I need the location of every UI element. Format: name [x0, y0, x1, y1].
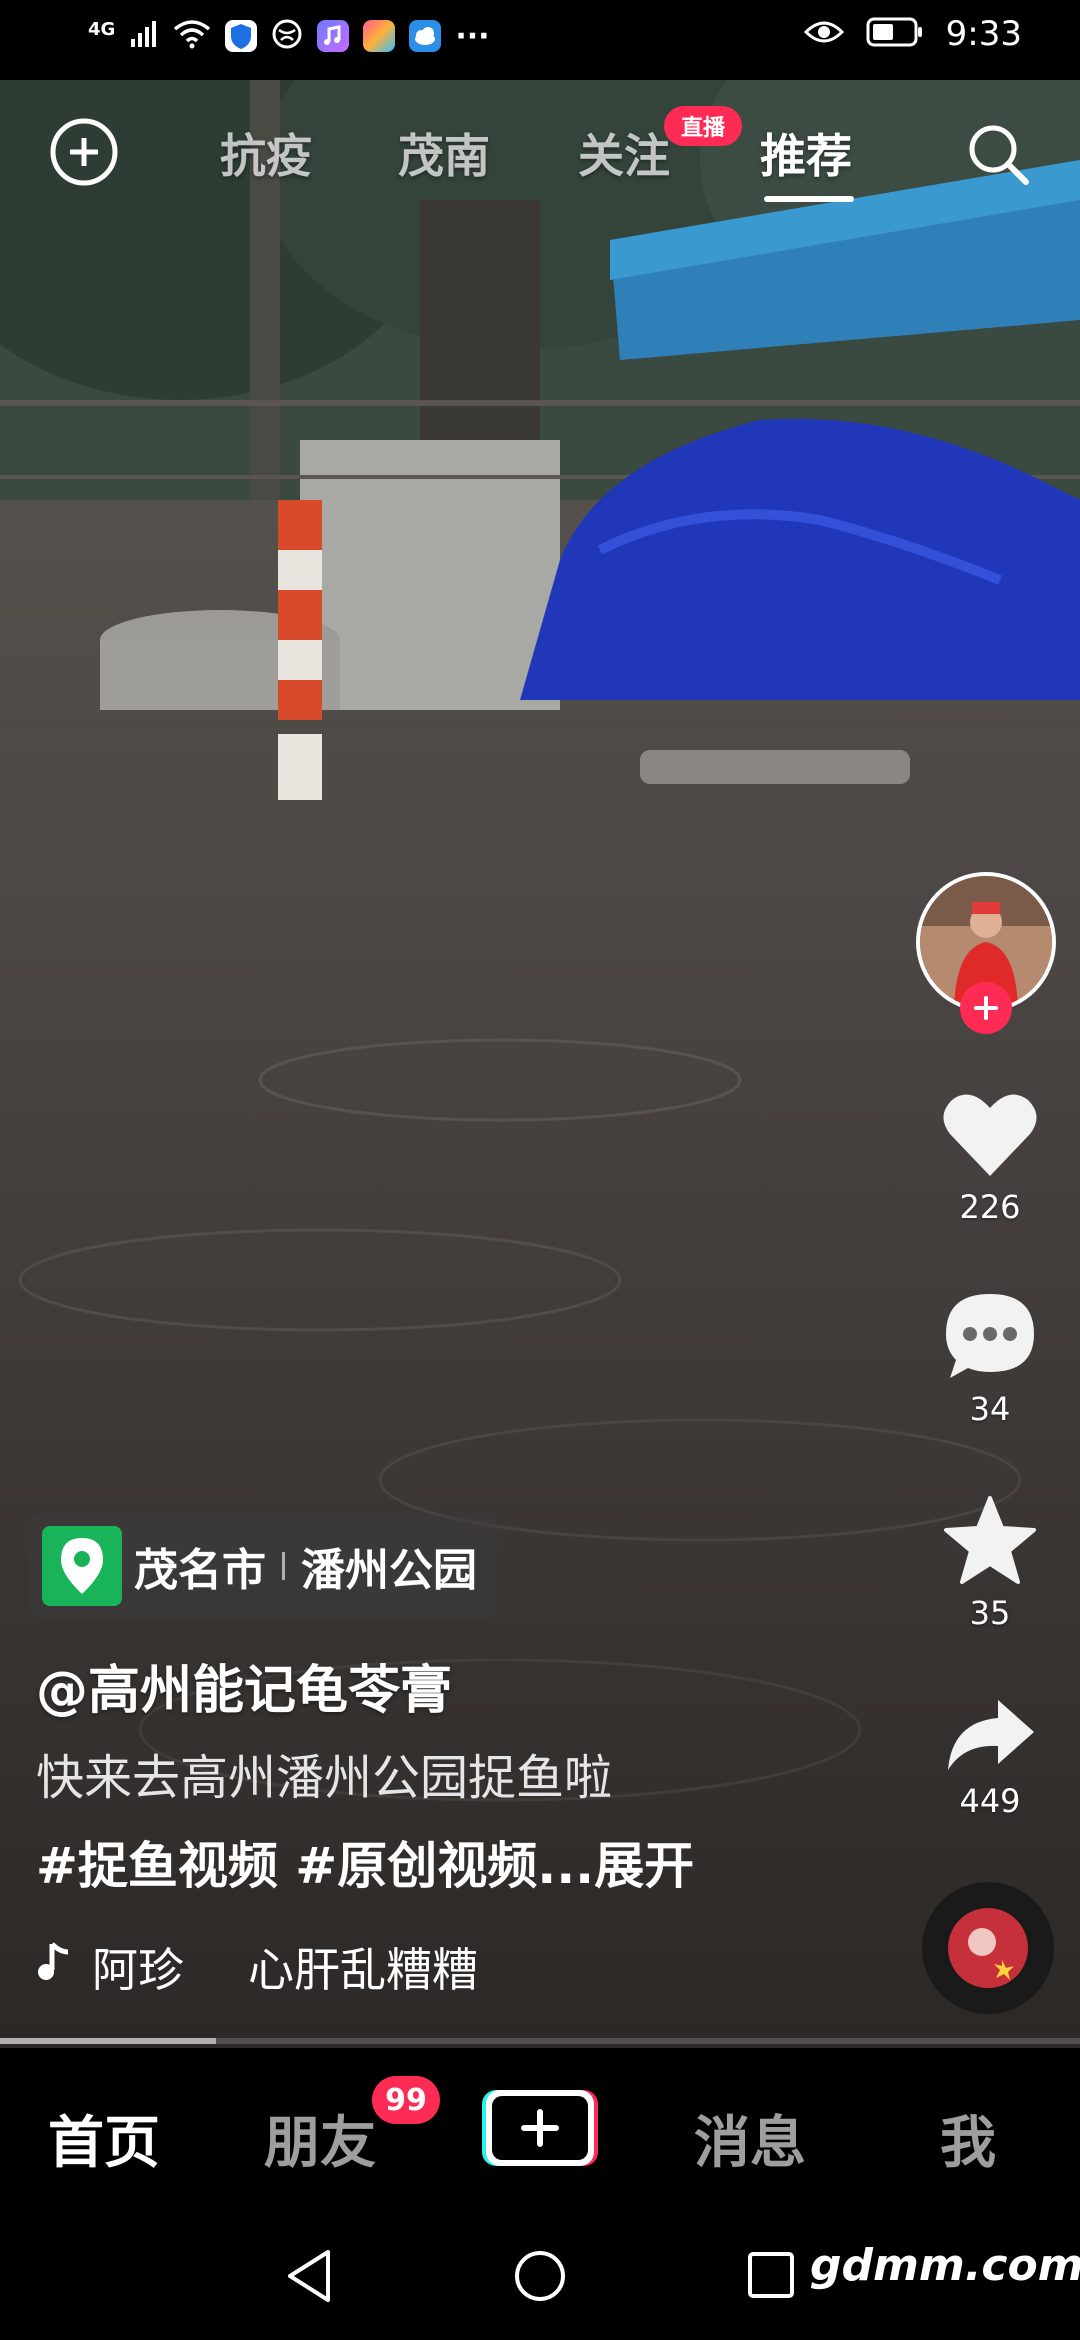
friends-badge: 99	[372, 2076, 440, 2124]
signal-icon	[129, 19, 159, 53]
comment-count: 34	[969, 1390, 1011, 1428]
music-app-icon	[317, 20, 350, 52]
video-progress-bar[interactable]	[0, 2038, 1080, 2044]
bottom-nav: 首页 朋友 99 消息 我	[0, 2048, 1080, 2208]
star-icon[interactable]	[942, 1496, 1038, 1590]
create-button[interactable]	[482, 2090, 598, 2166]
music-artist: 阿珍	[92, 1943, 184, 1997]
like-action[interactable]: 226	[930, 1088, 1050, 1226]
recent-apps-icon[interactable]	[746, 2250, 796, 2304]
nav-messages[interactable]: 消息	[694, 2098, 806, 2179]
location-chip[interactable]: 茂名市 潘州公园	[30, 1514, 497, 1618]
favorite-count: 35	[969, 1594, 1011, 1632]
search-icon[interactable]	[962, 118, 1034, 194]
follow-button[interactable]	[960, 982, 1012, 1034]
share-action[interactable]: 449	[930, 1694, 1050, 1820]
tab-maonan[interactable]: 茂南	[398, 120, 490, 186]
music-disc[interactable]	[922, 1882, 1054, 2014]
status-bar: 4G ··· 9:33	[0, 0, 1080, 80]
watermark: gdmm.com	[810, 2240, 1080, 2291]
hashtags-line: #捉鱼视频 #原创视频...展开	[36, 1826, 694, 1898]
network-label: 4G	[88, 18, 116, 40]
like-count: 226	[959, 1188, 1021, 1226]
status-left: 4G ···	[88, 18, 490, 54]
clock: 9:33	[945, 14, 1022, 54]
photo-app-icon	[363, 20, 396, 52]
system-nav-bar: gdmm.com	[0, 2208, 1080, 2340]
live-badge: 直播	[664, 106, 742, 146]
music-title: 心肝乱糟糟	[248, 1943, 478, 1997]
nav-home[interactable]: 首页	[48, 2098, 160, 2179]
share-icon[interactable]	[942, 1700, 1038, 1778]
music-line[interactable]: 阿珍 心肝乱糟糟	[36, 1934, 478, 2000]
status-right: 9:33	[803, 14, 1022, 54]
comment-icon[interactable]	[940, 1294, 1040, 1386]
author-name[interactable]: @高州能记龟苓膏	[36, 1648, 452, 1723]
active-tab-indicator	[764, 196, 854, 202]
eye-icon	[803, 18, 844, 50]
location-place: 潘州公园	[301, 1545, 477, 1596]
top-nav: 抗疫 茂南 关注 直播 推荐	[0, 80, 1080, 220]
favorite-action[interactable]: 35	[930, 1494, 1050, 1632]
video-description: 快来去高州潘州公园捉鱼啦	[36, 1750, 613, 1806]
expand-button[interactable]: 展开	[594, 1837, 694, 1895]
more-indicator: ···	[455, 18, 490, 54]
nav-friends[interactable]: 朋友	[264, 2098, 376, 2179]
video-progress-fill	[0, 2038, 216, 2044]
back-icon[interactable]	[284, 2248, 334, 2308]
add-circle-icon[interactable]	[48, 116, 120, 192]
browser-app-icon	[271, 18, 303, 54]
tab-following[interactable]: 关注	[578, 120, 670, 186]
share-count: 449	[959, 1782, 1021, 1820]
nav-me[interactable]: 我	[940, 2098, 996, 2179]
tab-kangyi[interactable]: 抗疫	[220, 120, 312, 186]
battery-icon	[866, 16, 924, 52]
location-pin-icon	[42, 1526, 122, 1606]
shield-app-icon	[225, 20, 258, 52]
weather-app-icon	[409, 20, 442, 52]
tab-recommended[interactable]: 推荐	[760, 120, 852, 186]
hashtags[interactable]: #捉鱼视频 #原创视频...	[36, 1837, 594, 1895]
wifi-icon	[173, 19, 211, 53]
location-city: 茂名市	[134, 1545, 266, 1596]
location-separator	[282, 1552, 285, 1580]
home-icon[interactable]	[512, 2248, 568, 2308]
music-note-icon	[36, 1940, 72, 1995]
heart-icon[interactable]	[940, 1094, 1040, 1184]
comment-action[interactable]: 34	[930, 1290, 1050, 1428]
